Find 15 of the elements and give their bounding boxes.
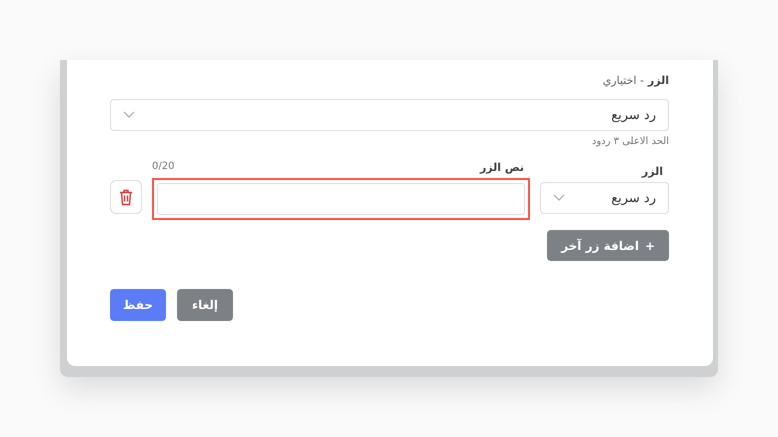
- type-select[interactable]: رد سريع: [110, 99, 669, 131]
- button-type-select[interactable]: رد سريع: [540, 182, 669, 214]
- cancel-button[interactable]: إلغاء: [177, 289, 233, 321]
- field-label: الزر: [648, 74, 669, 87]
- field-label: نص الزر: [480, 161, 524, 175]
- delete-button[interactable]: [110, 180, 142, 214]
- chevron-down-icon: [123, 111, 135, 119]
- chevron-down-icon: [553, 194, 565, 202]
- character-counter: 0/20: [152, 161, 174, 174]
- field-label: الزر: [642, 165, 663, 179]
- helper-text: الحد الاعلى ٣ ردود: [590, 136, 669, 147]
- optional-note: - اختياري: [602, 74, 644, 87]
- trash-icon: [119, 188, 133, 206]
- save-button[interactable]: حفظ: [110, 289, 166, 321]
- add-button[interactable]: + اضافة زر آخر: [547, 230, 669, 261]
